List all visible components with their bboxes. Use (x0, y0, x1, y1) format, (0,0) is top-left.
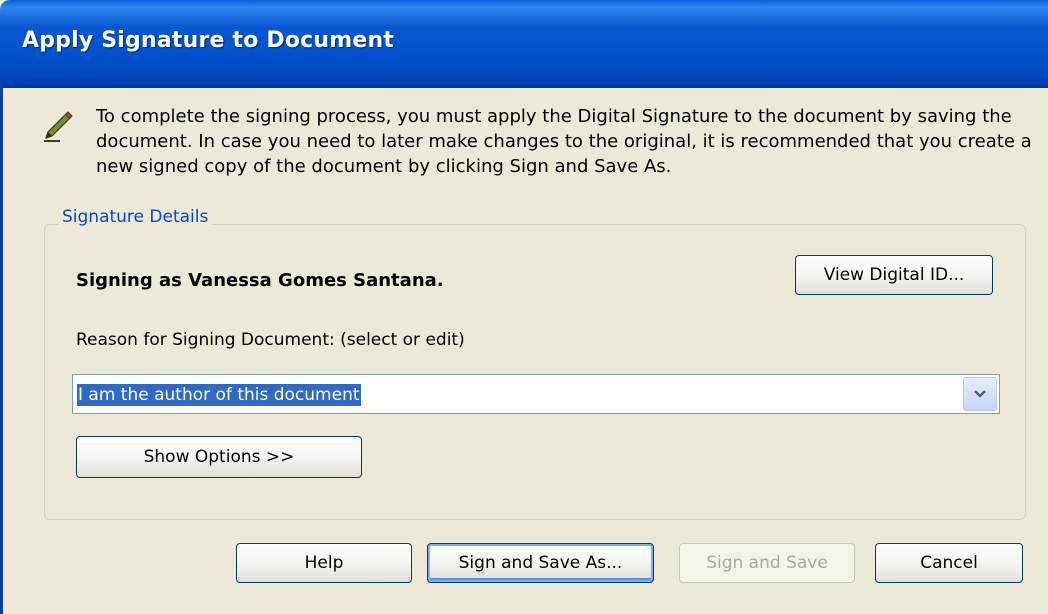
sign-and-save-as-button[interactable]: Sign and Save As... (427, 543, 654, 583)
reason-combobox[interactable]: I am the author of this document (72, 374, 1000, 414)
pen-icon (40, 108, 76, 144)
signing-as-text: Signing as Vanessa Gomes Santana. (76, 270, 444, 291)
show-options-button[interactable]: Show Options >> (76, 436, 362, 478)
window-border (0, 88, 3, 614)
reason-label: Reason for Signing Document: (select or … (76, 330, 465, 350)
instruction-text: To complete the signing process, you mus… (96, 106, 1032, 177)
view-digital-id-button[interactable]: View Digital ID... (795, 255, 993, 295)
chevron-down-icon[interactable] (963, 377, 997, 411)
apply-signature-dialog: Apply Signature to Document To complete … (0, 0, 1048, 614)
cancel-button[interactable]: Cancel (875, 543, 1023, 583)
title-bar[interactable]: Apply Signature to Document (0, 0, 1048, 88)
reason-value[interactable]: I am the author of this document (77, 384, 361, 406)
sign-and-save-button[interactable]: Sign and Save (679, 543, 855, 583)
signature-details-legend: Signature Details (58, 207, 213, 227)
dialog-title: Apply Signature to Document (22, 28, 395, 53)
help-button[interactable]: Help (236, 543, 412, 583)
